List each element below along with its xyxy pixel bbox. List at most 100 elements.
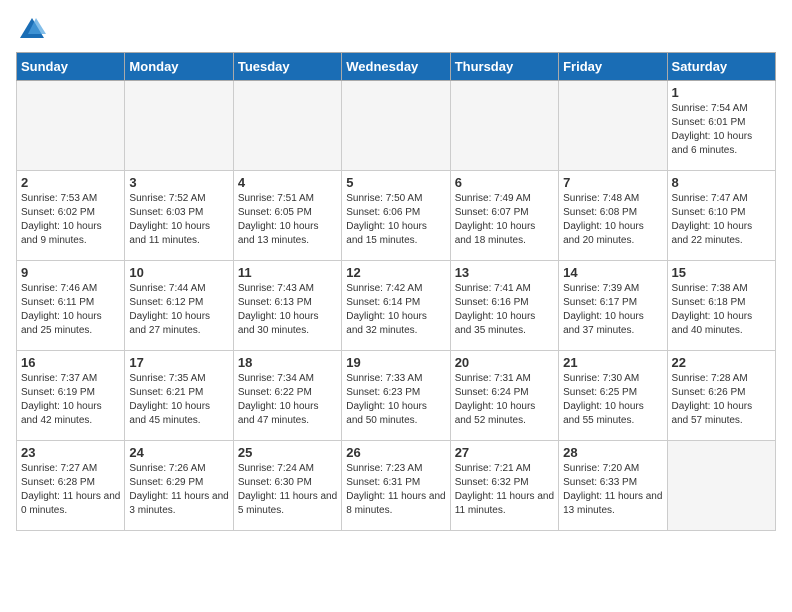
day-info: Sunrise: 7:31 AMSunset: 6:24 PMDaylight:… — [455, 372, 554, 428]
day-number: 22 — [672, 355, 771, 370]
day-cell: 18Sunrise: 7:34 AMSunset: 6:22 PMDayligh… — [233, 351, 341, 441]
day-cell: 20 Sunrise: 7:31 AMSunset: 6:24 PMDayligh… — [450, 351, 558, 441]
day-number: 16 — [21, 355, 120, 370]
day-number: 5 — [346, 175, 445, 190]
day-number: 15 — [672, 265, 771, 280]
day-cell: 7 Sunrise: 7:48 AMSunset: 6:08 PMDaylight… — [559, 171, 667, 261]
day-info: Sunrise: 7:49 AMSunset: 6:07 PMDaylight:… — [455, 192, 554, 248]
day-info: Sunrise: 7:50 AMSunset: 6:06 PMDaylight:… — [346, 192, 445, 248]
page-header — [16, 16, 776, 40]
day-cell: 12Sunrise: 7:42 AMSunset: 6:14 PMDayligh… — [342, 261, 450, 351]
calendar-table: SundayMondayTuesdayWednesdayThursdayFrid… — [16, 52, 776, 531]
day-cell: 9Sunrise: 7:46 AMSunset: 6:11 PMDaylight… — [17, 261, 125, 351]
day-cell: 13 Sunrise: 7:41 AMSunset: 6:16 PMDayligh… — [450, 261, 558, 351]
day-number: 28 — [563, 445, 662, 460]
day-number: 21 — [563, 355, 662, 370]
week-row-1: 2 Sunrise: 7:53 AMSunset: 6:02 PMDaylight… — [17, 171, 776, 261]
day-info: Sunrise: 7:41 AMSunset: 6:16 PMDaylight:… — [455, 282, 554, 338]
day-cell — [559, 81, 667, 171]
day-info: Sunrise: 7:26 AMSunset: 6:29 PMDaylight:… — [129, 462, 228, 518]
day-info: Sunrise: 7:44 AMSunset: 6:12 PMDaylight:… — [129, 282, 228, 338]
day-info: Sunrise: 7:21 AMSunset: 6:32 PMDaylight:… — [455, 462, 554, 518]
day-info: Sunrise: 7:54 AMSunset: 6:01 PMDaylight:… — [672, 102, 771, 158]
day-cell: 4 Sunrise: 7:51 AMSunset: 6:05 PMDaylight… — [233, 171, 341, 261]
day-number: 2 — [21, 175, 120, 190]
day-info: Sunrise: 7:39 AMSunset: 6:17 PMDaylight:… — [563, 282, 662, 338]
week-row-4: 23 Sunrise: 7:27 AMSunset: 6:28 PMDayligh… — [17, 441, 776, 531]
day-number: 1 — [672, 85, 771, 100]
day-number: 20 — [455, 355, 554, 370]
weekday-header-wednesday: Wednesday — [342, 53, 450, 81]
day-number: 8 — [672, 175, 771, 190]
day-number: 11 — [238, 265, 337, 280]
day-cell: 11 Sunrise: 7:43 AMSunset: 6:13 PMDayligh… — [233, 261, 341, 351]
day-cell: 23 Sunrise: 7:27 AMSunset: 6:28 PMDayligh… — [17, 441, 125, 531]
day-number: 23 — [21, 445, 120, 460]
day-number: 19 — [346, 355, 445, 370]
day-info: Sunrise: 7:52 AMSunset: 6:03 PMDaylight:… — [129, 192, 228, 248]
logo-icon — [18, 16, 46, 44]
day-cell: 5 Sunrise: 7:50 AMSunset: 6:06 PMDaylight… — [342, 171, 450, 261]
day-cell — [667, 441, 775, 531]
weekday-header-sunday: Sunday — [17, 53, 125, 81]
day-cell: 1 Sunrise: 7:54 AMSunset: 6:01 PMDaylight… — [667, 81, 775, 171]
day-cell: 22 Sunrise: 7:28 AMSunset: 6:26 PMDayligh… — [667, 351, 775, 441]
day-number: 10 — [129, 265, 228, 280]
day-number: 14 — [563, 265, 662, 280]
day-cell: 25Sunrise: 7:24 AMSunset: 6:30 PMDayligh… — [233, 441, 341, 531]
day-info: Sunrise: 7:33 AMSunset: 6:23 PMDaylight:… — [346, 372, 445, 428]
weekday-header-friday: Friday — [559, 53, 667, 81]
day-cell: 8 Sunrise: 7:47 AMSunset: 6:10 PMDaylight… — [667, 171, 775, 261]
day-cell: 21 Sunrise: 7:30 AMSunset: 6:25 PMDayligh… — [559, 351, 667, 441]
day-number: 13 — [455, 265, 554, 280]
day-info: Sunrise: 7:53 AMSunset: 6:02 PMDaylight:… — [21, 192, 120, 248]
weekday-header-row: SundayMondayTuesdayWednesdayThursdayFrid… — [17, 53, 776, 81]
day-cell: 15 Sunrise: 7:38 AMSunset: 6:18 PMDayligh… — [667, 261, 775, 351]
day-info: Sunrise: 7:27 AMSunset: 6:28 PMDaylight:… — [21, 462, 120, 518]
day-info: Sunrise: 7:47 AMSunset: 6:10 PMDaylight:… — [672, 192, 771, 248]
day-info: Sunrise: 7:35 AMSunset: 6:21 PMDaylight:… — [129, 372, 228, 428]
day-cell: 19 Sunrise: 7:33 AMSunset: 6:23 PMDayligh… — [342, 351, 450, 441]
day-number: 7 — [563, 175, 662, 190]
day-info: Sunrise: 7:48 AMSunset: 6:08 PMDaylight:… — [563, 192, 662, 248]
day-cell — [17, 81, 125, 171]
day-number: 6 — [455, 175, 554, 190]
day-info: Sunrise: 7:30 AMSunset: 6:25 PMDaylight:… — [563, 372, 662, 428]
weekday-header-thursday: Thursday — [450, 53, 558, 81]
day-number: 4 — [238, 175, 337, 190]
day-info: Sunrise: 7:38 AMSunset: 6:18 PMDaylight:… — [672, 282, 771, 338]
day-cell: 17 Sunrise: 7:35 AMSunset: 6:21 PMDayligh… — [125, 351, 233, 441]
day-info: Sunrise: 7:28 AMSunset: 6:26 PMDaylight:… — [672, 372, 771, 428]
day-number: 24 — [129, 445, 228, 460]
day-cell: 14 Sunrise: 7:39 AMSunset: 6:17 PMDayligh… — [559, 261, 667, 351]
day-cell — [233, 81, 341, 171]
day-cell — [342, 81, 450, 171]
day-info: Sunrise: 7:23 AMSunset: 6:31 PMDaylight:… — [346, 462, 445, 518]
day-cell — [125, 81, 233, 171]
day-info: Sunrise: 7:37 AMSunset: 6:19 PMDaylight:… — [21, 372, 120, 428]
day-number: 17 — [129, 355, 228, 370]
day-number: 18 — [238, 355, 337, 370]
week-row-0: 1 Sunrise: 7:54 AMSunset: 6:01 PMDaylight… — [17, 81, 776, 171]
day-cell: 24 Sunrise: 7:26 AMSunset: 6:29 PMDayligh… — [125, 441, 233, 531]
day-info: Sunrise: 7:20 AMSunset: 6:33 PMDaylight:… — [563, 462, 662, 518]
day-info: Sunrise: 7:51 AMSunset: 6:05 PMDaylight:… — [238, 192, 337, 248]
day-info: Sunrise: 7:46 AMSunset: 6:11 PMDaylight:… — [21, 282, 120, 338]
day-cell — [450, 81, 558, 171]
day-cell: 27 Sunrise: 7:21 AMSunset: 6:32 PMDayligh… — [450, 441, 558, 531]
day-number: 27 — [455, 445, 554, 460]
day-cell: 28 Sunrise: 7:20 AMSunset: 6:33 PMDayligh… — [559, 441, 667, 531]
day-number: 12 — [346, 265, 445, 280]
logo — [16, 16, 46, 40]
weekday-header-saturday: Saturday — [667, 53, 775, 81]
day-number: 3 — [129, 175, 228, 190]
day-number: 26 — [346, 445, 445, 460]
weekday-header-monday: Monday — [125, 53, 233, 81]
day-cell: 2 Sunrise: 7:53 AMSunset: 6:02 PMDaylight… — [17, 171, 125, 261]
day-info: Sunrise: 7:24 AMSunset: 6:30 PMDaylight:… — [238, 462, 337, 518]
week-row-3: 16 Sunrise: 7:37 AMSunset: 6:19 PMDayligh… — [17, 351, 776, 441]
day-cell: 16 Sunrise: 7:37 AMSunset: 6:19 PMDayligh… — [17, 351, 125, 441]
day-info: Sunrise: 7:43 AMSunset: 6:13 PMDaylight:… — [238, 282, 337, 338]
week-row-2: 9Sunrise: 7:46 AMSunset: 6:11 PMDaylight… — [17, 261, 776, 351]
day-cell: 3 Sunrise: 7:52 AMSunset: 6:03 PMDaylight… — [125, 171, 233, 261]
